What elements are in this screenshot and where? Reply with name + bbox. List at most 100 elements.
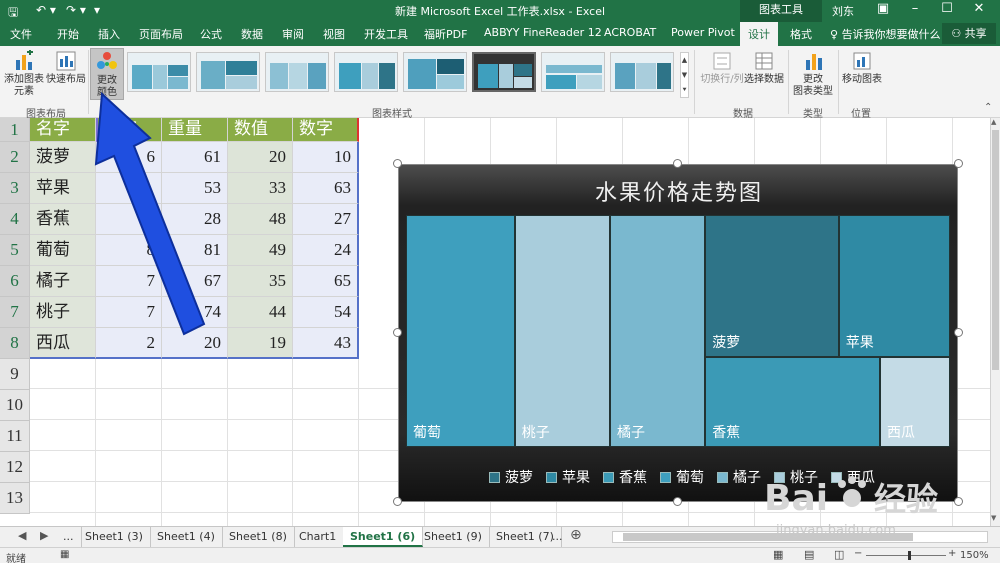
chart-style-1[interactable]: [127, 52, 191, 92]
cell-value[interactable]: 44: [228, 297, 293, 328]
cell-name[interactable]: 桃子: [30, 297, 96, 328]
sheet-tab-active[interactable]: Sheet1 (6): [343, 527, 424, 547]
chart-title[interactable]: 水果价格走势图: [399, 175, 959, 207]
treemap-tile[interactable]: 葡萄: [406, 215, 515, 447]
chart-style-3[interactable]: [265, 52, 329, 92]
cell-number[interactable]: 65: [293, 266, 359, 297]
scroll-thumb[interactable]: [623, 533, 913, 541]
sheet-tab[interactable]: Chart1: [292, 527, 345, 547]
maximize-icon[interactable]: ☐: [932, 1, 962, 16]
add-sheet-icon[interactable]: ⊕: [570, 527, 582, 543]
zoom-level[interactable]: 150%: [960, 550, 989, 561]
cell-weight[interactable]: 20: [162, 328, 228, 359]
normal-view-icon[interactable]: ▦: [773, 548, 783, 561]
ribbon-display-icon[interactable]: ▣: [868, 1, 898, 16]
plot-area[interactable]: 葡萄 桃子 橘子 菠萝 苹果 香蕉 西瓜: [406, 215, 950, 447]
header-cell-price[interactable]: 价格: [96, 118, 162, 142]
treemap-tile[interactable]: 橘子: [610, 215, 706, 447]
scroll-up-icon[interactable]: ▲: [991, 118, 996, 126]
minimize-icon[interactable]: –: [900, 1, 930, 16]
cell-name[interactable]: 苹果: [30, 173, 96, 204]
zoom-in-icon[interactable]: +: [948, 548, 956, 559]
tab-power-pivot[interactable]: Power Pivot: [671, 26, 735, 39]
cell-price[interactable]: 7: [96, 297, 162, 328]
zoom-slider[interactable]: [866, 555, 946, 556]
legend-entry[interactable]: 苹果: [546, 467, 590, 487]
save-icon[interactable]: 🖫: [8, 3, 18, 24]
chart-style-5[interactable]: [403, 52, 467, 92]
page-break-view-icon[interactable]: ◫: [834, 548, 844, 561]
chart-style-4[interactable]: [334, 52, 398, 92]
page-layout-view-icon[interactable]: ▤: [804, 548, 814, 561]
legend-entry[interactable]: 香蕉: [603, 467, 647, 487]
sheet-tab-more[interactable]: ...: [545, 527, 570, 547]
row-header[interactable]: 13: [0, 483, 30, 514]
close-icon[interactable]: ✕: [964, 1, 994, 16]
change-chart-type-button[interactable]: 更改 图表类型: [791, 50, 835, 98]
cell-price[interactable]: 7: [96, 266, 162, 297]
user-name[interactable]: 刘东: [832, 3, 854, 19]
cell-name[interactable]: 菠萝: [30, 142, 96, 173]
cell-name[interactable]: 西瓜: [30, 328, 96, 359]
prev-sheet-icon[interactable]: ◀: [18, 529, 26, 542]
header-cell-value[interactable]: 数值: [228, 118, 293, 142]
cell-weight[interactable]: 28: [162, 204, 228, 235]
share-button[interactable]: ⚇ 共享: [942, 23, 996, 44]
tab-view[interactable]: 视图: [323, 26, 345, 42]
row-header[interactable]: 8: [0, 328, 30, 359]
add-chart-element-button[interactable]: 添加图表 元素: [4, 50, 44, 98]
cell-value[interactable]: 48: [228, 204, 293, 235]
tab-page-layout[interactable]: 页面布局: [139, 26, 183, 42]
legend-entry[interactable]: 桃子: [774, 467, 818, 487]
chart-style-7[interactable]: [541, 52, 605, 92]
vertical-scrollbar[interactable]: ▲ ▼: [990, 118, 1000, 526]
legend-entry[interactable]: 橘子: [717, 467, 761, 487]
more-styles-icon[interactable]: ⯆: [681, 83, 688, 98]
treemap-tile[interactable]: 苹果: [838, 215, 950, 357]
row-header[interactable]: 2: [0, 142, 30, 173]
chart-style-8[interactable]: [610, 52, 674, 92]
zoom-out-icon[interactable]: −: [854, 548, 862, 559]
sheet-tab[interactable]: Sheet1 (9): [417, 527, 490, 547]
scroll-down-icon[interactable]: ▼: [991, 514, 996, 522]
header-cell-number[interactable]: 数字: [293, 118, 359, 142]
tab-home[interactable]: 开始: [57, 26, 79, 42]
legend-entry[interactable]: 菠萝: [489, 467, 533, 487]
row-header[interactable]: 12: [0, 452, 30, 483]
header-cell-weight[interactable]: 重量: [162, 118, 228, 142]
cell-weight[interactable]: 74: [162, 297, 228, 328]
row-header[interactable]: 6: [0, 266, 30, 297]
macro-record-icon[interactable]: ▦: [60, 549, 69, 560]
tab-design[interactable]: 设计: [740, 22, 778, 46]
tab-review[interactable]: 审阅: [282, 26, 304, 42]
row-header[interactable]: 9: [0, 359, 30, 390]
cell-weight[interactable]: 53: [162, 173, 228, 204]
sheet-tab[interactable]: Sheet1 (3): [78, 527, 151, 547]
treemap-chart[interactable]: 水果价格走势图 葡萄 桃子 橘子 菠萝 苹果 香蕉 西瓜 菠萝 苹果 香蕉 葡萄 橘子 桃子 西瓜: [398, 164, 958, 502]
customize-qat-icon[interactable]: ▾: [94, 3, 100, 17]
cell-number[interactable]: 54: [293, 297, 359, 328]
quick-layout-button[interactable]: 快速布局: [46, 50, 86, 86]
cell-value[interactable]: 20: [228, 142, 293, 173]
tab-abbyy[interactable]: ABBYY FineReader 12: [484, 26, 602, 39]
scroll-up-icon[interactable]: ▲: [681, 53, 688, 68]
sheet-tab[interactable]: Sheet1 (4): [150, 527, 223, 547]
chart-style-2[interactable]: [196, 52, 260, 92]
cell-number[interactable]: 24: [293, 235, 359, 266]
tell-me-search[interactable]: ♀ 告诉我你想要做什么: [830, 26, 941, 42]
row-header[interactable]: 10: [0, 390, 30, 421]
cell-price[interactable]: 6: [96, 142, 162, 173]
cell-number[interactable]: 27: [293, 204, 359, 235]
cell-number[interactable]: 10: [293, 142, 359, 173]
treemap-tile[interactable]: 香蕉: [705, 356, 881, 447]
cell-price[interactable]: 2: [96, 328, 162, 359]
change-colors-button[interactable]: 更改 颜色: [90, 48, 124, 100]
move-chart-button[interactable]: 移动图表: [840, 50, 884, 86]
treemap-tile[interactable]: 菠萝: [705, 215, 839, 357]
collapse-ribbon-icon[interactable]: ⌃: [984, 102, 992, 113]
legend-entry[interactable]: 葡萄: [660, 467, 704, 487]
redo-icon[interactable]: ↷ ▾: [66, 3, 86, 17]
zoom-slider-thumb[interactable]: [908, 551, 911, 560]
cell-price[interactable]: [96, 173, 162, 204]
cell-number[interactable]: 63: [293, 173, 359, 204]
